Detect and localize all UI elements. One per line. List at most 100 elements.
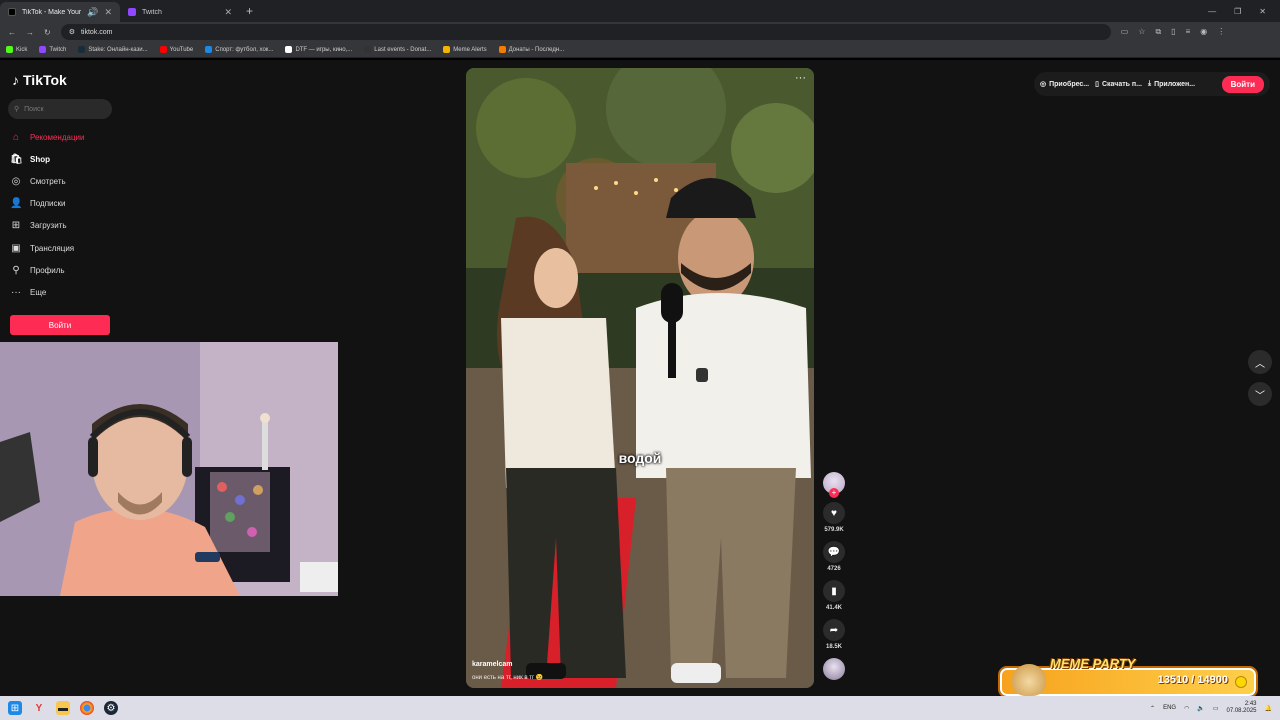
media-icon[interactable]: ≡ (1186, 27, 1191, 37)
close-icon[interactable]: ✕ (224, 7, 232, 18)
sidebar-item[interactable]: 🛍 Shop (10, 148, 84, 170)
sidebar-item[interactable]: 👤 Подписки (10, 193, 84, 215)
tab-twitch[interactable]: Twitch ✕ (120, 2, 240, 22)
toolbar-icons: ▭ ☆ ⧉ ▯ ≡ ◉ ⋮ (1121, 27, 1226, 37)
tab-title: TikTok - Make Your Day (22, 8, 82, 16)
close-icon[interactable]: ✕ (104, 7, 112, 18)
comment-count: 4726 (827, 566, 841, 572)
heart-icon[interactable]: ♥ (823, 502, 845, 524)
bookmark-favicon-icon (205, 46, 213, 53)
video-player[interactable]: ··· водой karamelcam они есть на тг, ник… (466, 68, 814, 688)
share-action: ➦ 18.5K (823, 619, 845, 650)
author-avatar[interactable]: + (823, 472, 845, 498)
meme-title: MEME PARTY (1050, 656, 1136, 671)
webcam-feed (0, 342, 338, 596)
sidebar-item[interactable]: ⊞ Загрузить (10, 215, 84, 237)
download-label: Скачать п... (1101, 80, 1142, 88)
sidepanel-icon[interactable]: ▯ (1171, 27, 1175, 37)
chrome-icon[interactable] (80, 701, 94, 715)
search-icon: ⚲ (14, 106, 20, 113)
tiktok-favicon-icon (8, 8, 16, 16)
account-icon[interactable]: ◉ (1200, 27, 1207, 37)
tab-tiktok[interactable]: TikTok - Make Your Day 🔊 ✕ (0, 2, 120, 22)
bookmark-favicon-icon (498, 46, 506, 53)
back-icon[interactable]: ← (8, 28, 16, 37)
sidebar-item[interactable]: ▣ Трансляция (10, 237, 84, 259)
close-window-icon[interactable]: ✕ (1259, 7, 1266, 16)
bookmark-item[interactable]: Донаты - Последн... (498, 46, 565, 53)
star-icon[interactable]: ☆ (1138, 27, 1145, 37)
next-video-button[interactable]: ﹀ (1248, 382, 1272, 406)
minimize-icon[interactable]: — (1208, 7, 1216, 16)
forward-icon[interactable]: → (26, 28, 34, 37)
profile-icon: ⚲ (12, 264, 20, 276)
volume-icon[interactable]: 🔈 (1197, 705, 1204, 712)
bookmark-item[interactable]: YouTube (159, 46, 193, 53)
chevron-up-icon: ︿ (1255, 358, 1265, 370)
doge-icon (1012, 664, 1046, 696)
comment-icon[interactable]: 💬 (823, 541, 845, 563)
new-tab-button[interactable]: + (246, 4, 253, 18)
chevron-up-icon[interactable]: ⌃ (1150, 705, 1155, 712)
cast-icon[interactable]: ▭ (1121, 27, 1129, 37)
more-options-icon[interactable]: ··· (795, 72, 806, 84)
login-button[interactable]: Войти (10, 315, 110, 335)
sidebar-item[interactable]: ⚲ Профиль (10, 259, 84, 281)
steam-icon[interactable]: ⚙ (104, 701, 118, 715)
app-link[interactable]: ⤓ Приложен... (1148, 80, 1195, 88)
clock[interactable]: 2:43 07.08.2025 (1226, 701, 1256, 715)
reload-icon[interactable]: ↻ (44, 28, 51, 37)
share-icon[interactable]: ➦ (823, 619, 845, 641)
save-count: 41.4K (825, 605, 842, 611)
bookmark-item[interactable]: Last events - Donat... (364, 46, 431, 53)
notifications-icon[interactable]: 🔔 (1265, 705, 1272, 712)
bookmark-item[interactable]: Meme Alerts (443, 46, 487, 53)
save-action: ▮ 41.4K (823, 580, 845, 611)
clock-date: 07.08.2025 (1226, 708, 1257, 714)
bookmark-item[interactable]: DTF — игры, кино,... (285, 46, 352, 53)
restore-icon[interactable]: ❐ (1234, 7, 1241, 16)
sidebar-item[interactable]: ⌂ Рекомендации (10, 126, 85, 148)
video-author[interactable]: karamelcam (472, 661, 512, 668)
login-button-top[interactable]: Войти (1221, 75, 1264, 93)
bookmark-item[interactable]: Twitch (39, 46, 66, 53)
clock-time: 2:43 (1244, 701, 1257, 707)
file-explorer-icon[interactable]: ▬ (56, 701, 70, 715)
speaker-icon[interactable]: 🔊 (87, 7, 98, 18)
tiktok-logo[interactable]: ♪ TikTok (12, 72, 67, 88)
battery-icon[interactable]: ▭ (1213, 705, 1219, 712)
language-indicator[interactable]: ENG (1163, 705, 1176, 711)
phone-icon: ▯ (1095, 81, 1099, 88)
sidebar-item[interactable]: ··· Еще (10, 281, 84, 303)
app-label: Приложен... (1154, 80, 1196, 88)
bookmark-label: Stake: Онлайн-кази... (88, 46, 148, 53)
buy-coins-link[interactable]: ◎ Приобрес... (1040, 80, 1089, 89)
live-icon: ▣ (11, 242, 21, 254)
omnibox[interactable]: ⚙ tiktok.com (60, 24, 1111, 40)
menu-icon[interactable]: ⋮ (1217, 27, 1225, 37)
download-app-link[interactable]: ▯ Скачать п... (1095, 80, 1142, 89)
bookmark-label: Twitch (49, 46, 67, 53)
browser-tab-strip: TikTok - Make Your Day 🔊 ✕ Twitch ✕ + — … (0, 0, 1280, 22)
music-disc-icon[interactable] (823, 658, 845, 680)
download-icon: ⤓ (1147, 80, 1152, 87)
bookmark-item[interactable]: Kick (6, 46, 27, 53)
system-tray: ⌃ ENG ◠ 🔈 ▭ 2:43 07.08.2025 🔔 (1150, 701, 1272, 715)
bookmark-item[interactable]: Спорт: футбол, хок... (205, 46, 273, 53)
wifi-icon[interactable]: ◠ (1184, 705, 1189, 712)
compass-icon: ◎ (11, 175, 21, 187)
bookmark-favicon-icon (39, 46, 47, 53)
previous-video-button[interactable]: ︿ (1248, 350, 1272, 374)
site-info-icon[interactable]: ⚙ (69, 28, 75, 36)
bookmark-label: Донаты - Последн... (508, 46, 565, 53)
follow-plus-icon[interactable]: + (829, 488, 839, 498)
bookmark-icon[interactable]: ▮ (823, 580, 845, 602)
search-placeholder: Поиск (24, 105, 44, 113)
windows-start-icon[interactable]: ⊞ (8, 701, 22, 715)
yandex-icon[interactable]: Y (32, 701, 46, 715)
bookmark-item[interactable]: Stake: Онлайн-кази... (78, 46, 148, 53)
search-input[interactable]: ⚲ Поиск (8, 99, 112, 119)
tiktok-page: ♪ TikTok ⚲ Поиск ⌂ Рекомендации 🛍 Shop ◎ Смот… (0, 60, 1280, 696)
extensions-icon[interactable]: ⧉ (1155, 27, 1161, 37)
sidebar-item[interactable]: ◎ Смотреть (10, 170, 84, 192)
